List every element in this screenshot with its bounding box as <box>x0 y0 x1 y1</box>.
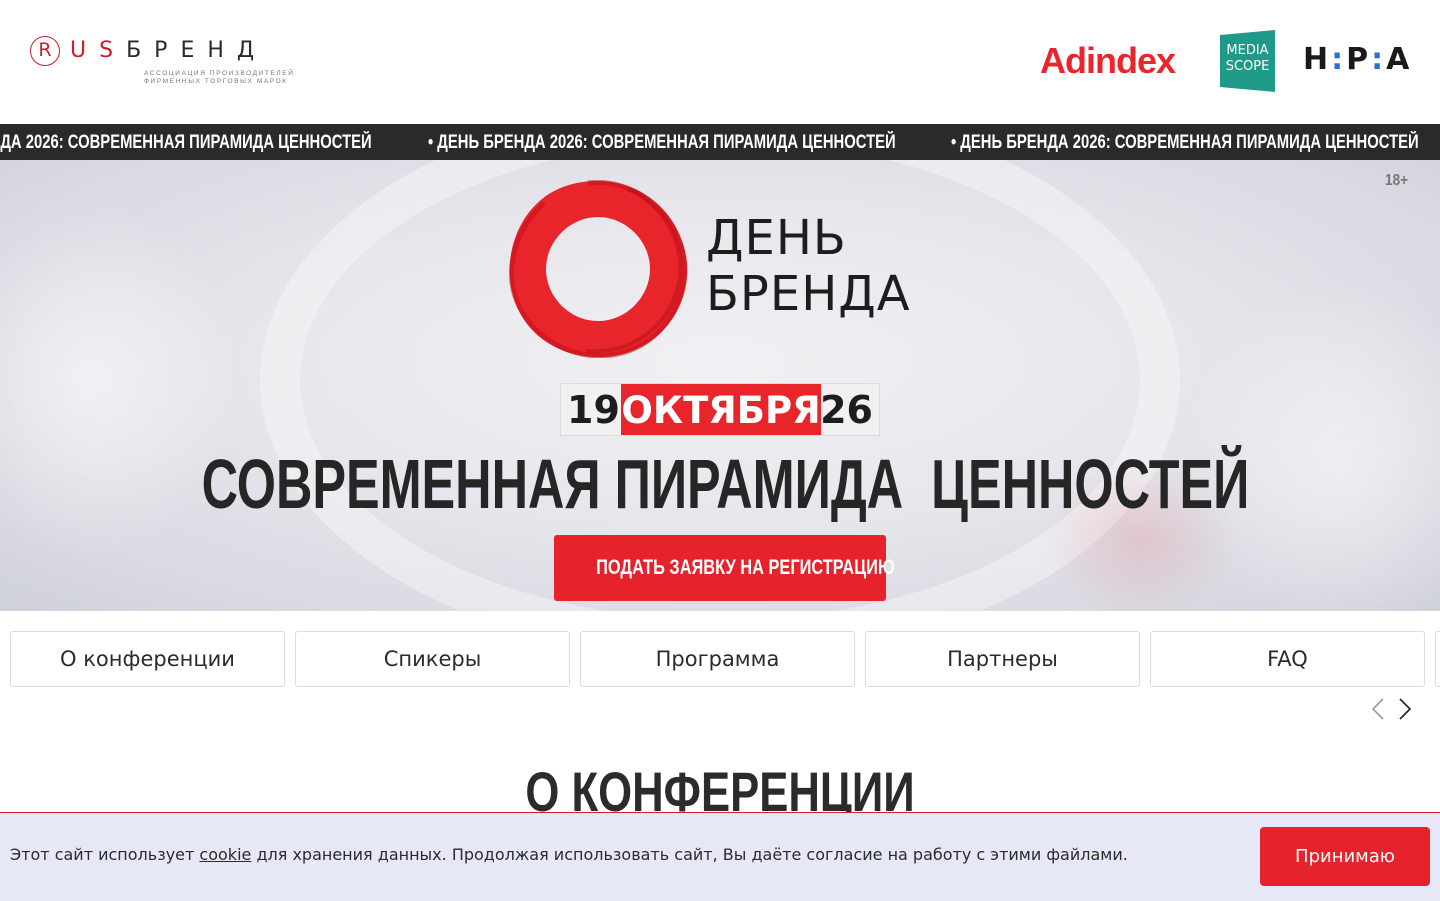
hero-title: СОВРЕМЕННАЯ ПИРАМИДА ЦЕННОСТЕЙ <box>201 445 1250 523</box>
age-rating: 18+ <box>1384 172 1408 189</box>
register-button[interactable]: ПОДАТЬ ЗАЯВКУ НА РЕГИСТРАЦИЮ <box>554 535 895 601</box>
tab-about[interactable]: О конференции <box>10 631 285 687</box>
ticker-item: • ДЕНЬ БРЕНДА 2026: СОВРЕМЕННАЯ ПИРАМИДА… <box>0 132 372 153</box>
npa-logo[interactable]: H:P:A <box>1303 42 1412 77</box>
tab-program[interactable]: Программа <box>580 631 855 687</box>
chevron-right-icon[interactable] <box>1393 697 1415 721</box>
tab-speakers[interactable]: Спикеры <box>295 631 570 687</box>
cookie-banner: Этот сайт использует cookie для хранения… <box>0 812 1440 901</box>
rusbrand-logo-subtitle: Ассоциация производителей фирменных торг… <box>144 70 295 85</box>
mediascope-logo-line2: SCOPE <box>1225 59 1270 74</box>
npa-logo-sep-2: : <box>1371 42 1387 77</box>
event-date: 19 ОКТЯБРЯ 26 <box>560 383 880 436</box>
chevron-left-icon[interactable] <box>1368 697 1390 721</box>
rusbrand-logo-wordmark: USБРЕНД <box>70 38 267 63</box>
mediascope-logo[interactable]: MEDIA SCOPE <box>1220 30 1275 92</box>
adindex-logo[interactable]: Adindex <box>1040 40 1176 82</box>
tab-partners[interactable]: Партнеры <box>865 631 1140 687</box>
site-header: R USБРЕНД Ассоциация производителей фирм… <box>0 0 1440 124</box>
section-tabs: О конференции Спикеры Программа Партнеры… <box>0 631 1440 687</box>
ticker-item: • ДЕНЬ БРЕНДА 2026: СОВРЕМЕННАЯ ПИРАМИДА… <box>951 132 1420 153</box>
cookie-text-after: для хранения данных. Продолжая использов… <box>251 845 1128 864</box>
den-brenda-line2: БРЕНДА <box>706 266 911 322</box>
mediascope-logo-line1: MEDIA <box>1226 43 1269 58</box>
register-button-label: ПОДАТЬ ЗАЯВКУ НА РЕГИСТРАЦИЮ <box>596 556 895 579</box>
event-date-year: 26 <box>820 388 873 432</box>
cookie-link[interactable]: cookie <box>199 845 251 864</box>
cookie-accept-button[interactable]: Принимаю <box>1260 827 1430 886</box>
npa-logo-sep-1: : <box>1331 42 1347 77</box>
ticker-item: • ДЕНЬ БРЕНДА 2026: СОВРЕМЕННАЯ ПИРАМИДА… <box>427 132 896 153</box>
den-brenda-logo-icon <box>509 180 688 358</box>
ticker-track: • ДЕНЬ БРЕНДА 2026: СОВРЕМЕННАЯ ПИРАМИДА… <box>0 124 1440 160</box>
rusbrand-logo-brand: БРЕНД <box>126 38 268 63</box>
npa-logo-a: A <box>1386 42 1413 77</box>
rusbrand-logo[interactable]: R USБРЕНД Ассоциация производителей фирм… <box>30 36 310 90</box>
cookie-message: Этот сайт использует cookie для хранения… <box>10 845 1128 864</box>
npa-logo-p: P <box>1346 42 1372 77</box>
cookie-text-before: Этот сайт использует <box>10 845 200 864</box>
den-brenda-wordmark: ДЕНЬ БРЕНДА <box>706 210 911 322</box>
rusbrand-logo-circle: R <box>30 36 60 66</box>
event-date-day: 19 <box>567 388 620 432</box>
den-brenda-line1: ДЕНЬ <box>706 210 847 266</box>
rusbrand-logo-us: US <box>70 38 127 63</box>
event-date-month: ОКТЯБРЯ <box>621 384 821 435</box>
tab-faq[interactable]: FAQ <box>1150 631 1425 687</box>
tab-next-partial[interactable] <box>1435 631 1440 687</box>
news-ticker: • ДЕНЬ БРЕНДА 2026: СОВРЕМЕННАЯ ПИРАМИДА… <box>0 124 1440 160</box>
npa-logo-h: H <box>1303 42 1332 77</box>
